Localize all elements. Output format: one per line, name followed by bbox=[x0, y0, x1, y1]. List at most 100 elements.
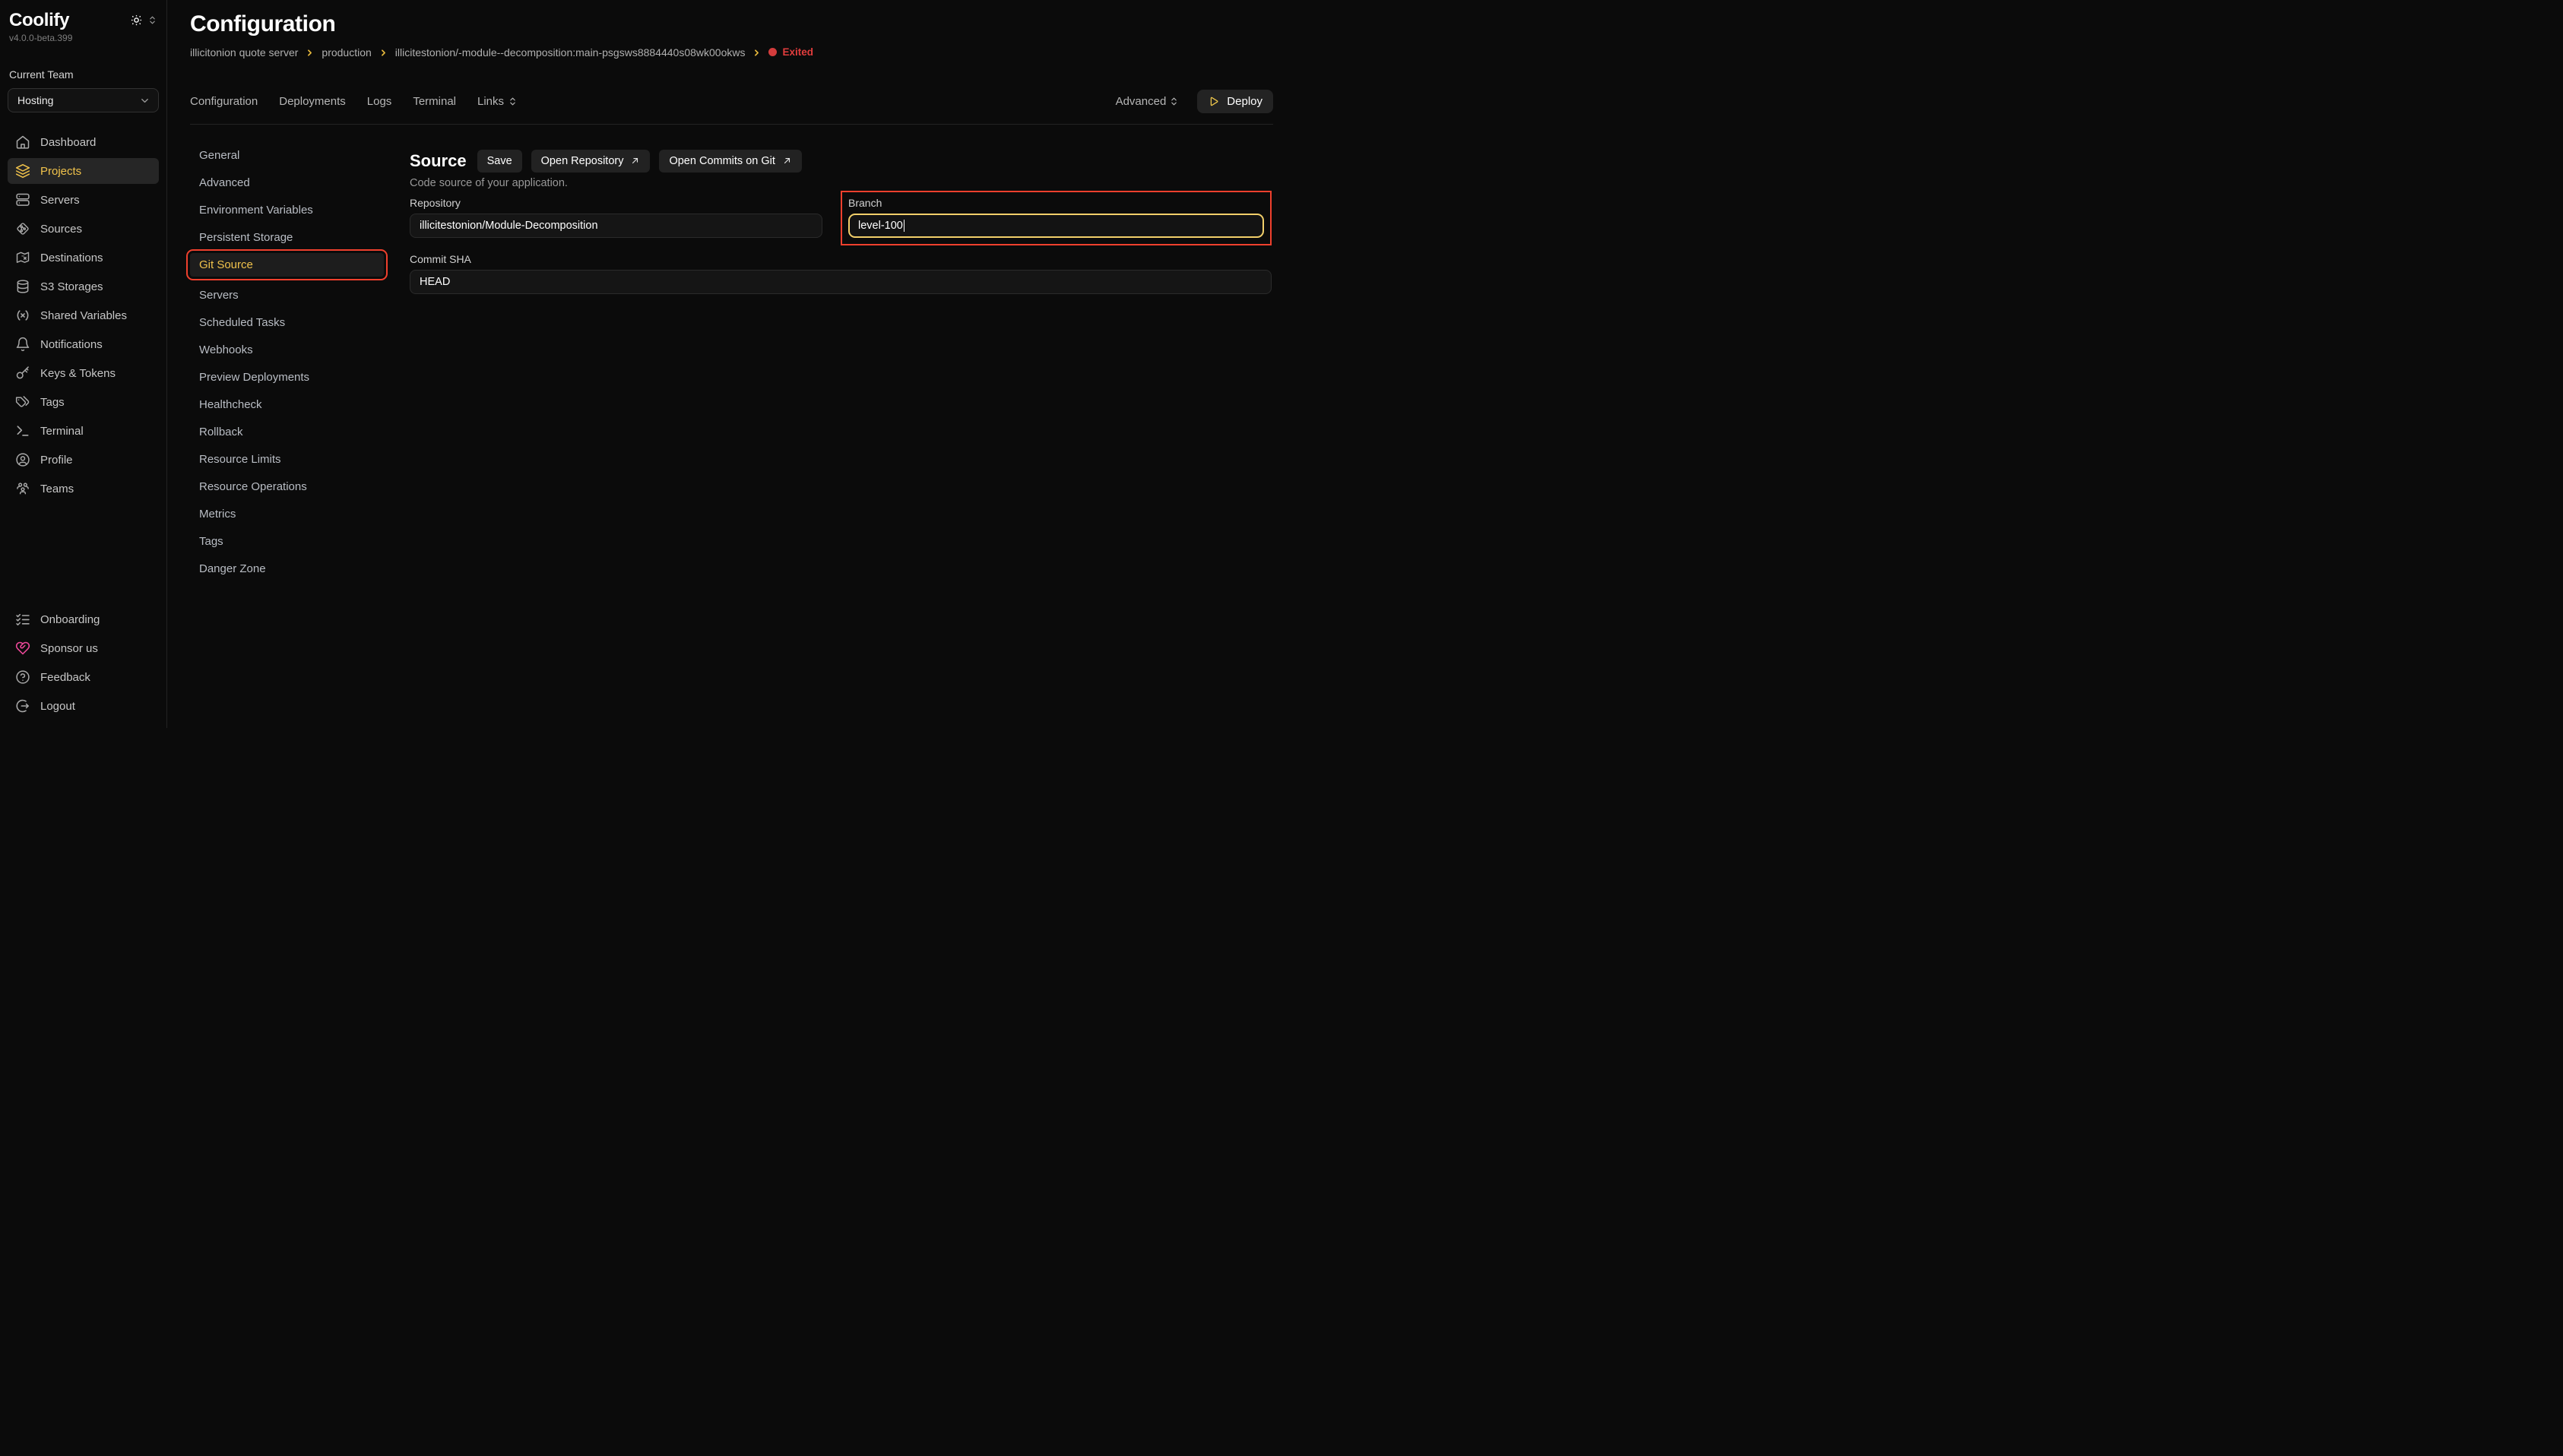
theme-sun-icon[interactable] bbox=[131, 14, 142, 26]
subnav-item-danger-zone[interactable]: Danger Zone bbox=[190, 557, 384, 581]
brand-row: Coolify bbox=[8, 11, 159, 30]
source-header: Source Save Open Repository Open Commits… bbox=[410, 150, 1272, 173]
database-icon bbox=[15, 279, 30, 294]
repository-field: Repository bbox=[410, 191, 822, 238]
chevron-right-icon bbox=[379, 48, 388, 58]
map-icon bbox=[15, 250, 30, 265]
subnav-item-rollback[interactable]: Rollback bbox=[190, 420, 384, 444]
status-dot-icon bbox=[768, 48, 777, 56]
subnav-item-scheduled-tasks[interactable]: Scheduled Tasks bbox=[190, 311, 384, 334]
sidebar-item-keys-tokens[interactable]: Keys & Tokens bbox=[8, 360, 159, 386]
open-commits-button[interactable]: Open Commits on Git bbox=[659, 150, 801, 173]
breadcrumb: illicitonion quote server production ill… bbox=[190, 46, 1273, 59]
content-area: General Advanced Environment Variables P… bbox=[190, 144, 1273, 729]
sidebar-item-feedback[interactable]: Feedback bbox=[8, 664, 159, 690]
sidebar-item-shared-variables[interactable]: Shared Variables bbox=[8, 302, 159, 328]
branch-input[interactable]: level-100 bbox=[848, 214, 1264, 238]
sidebar-nav: Dashboard Projects Servers Sources Desti… bbox=[8, 129, 159, 502]
main-area: Configuration illicitonion quote server … bbox=[167, 0, 1282, 728]
breadcrumb-application[interactable]: illicitestonion/-module--decomposition:m… bbox=[395, 46, 746, 59]
source-description: Code source of your application. bbox=[410, 177, 1272, 189]
sidebar-item-logout[interactable]: Logout bbox=[8, 693, 159, 719]
commit-sha-field: Commit SHA bbox=[410, 253, 1272, 294]
config-subnav: General Advanced Environment Variables P… bbox=[190, 144, 384, 584]
subnav-item-servers[interactable]: Servers bbox=[190, 283, 384, 307]
home-icon bbox=[15, 135, 30, 150]
subnav-item-preview-deployments[interactable]: Preview Deployments bbox=[190, 366, 384, 389]
tabs-divider bbox=[190, 124, 1273, 125]
sidebar-item-profile[interactable]: Profile bbox=[8, 447, 159, 473]
sidebar-item-terminal[interactable]: Terminal bbox=[8, 418, 159, 444]
sidebar-item-servers[interactable]: Servers bbox=[8, 187, 159, 213]
subnav-item-metrics[interactable]: Metrics bbox=[190, 502, 384, 526]
app-version: v4.0.0-beta.399 bbox=[9, 33, 157, 43]
open-repository-button[interactable]: Open Repository bbox=[531, 150, 651, 173]
heart-handshake-icon bbox=[15, 641, 30, 656]
git-source-icon bbox=[15, 221, 30, 236]
tab-links[interactable]: Links bbox=[477, 95, 518, 108]
subnav-item-tags[interactable]: Tags bbox=[190, 530, 384, 553]
sidebar-item-tags[interactable]: Tags bbox=[8, 389, 159, 415]
brand-logo: Coolify bbox=[9, 11, 69, 30]
sidebar-item-projects[interactable]: Projects bbox=[8, 158, 159, 184]
theme-controls bbox=[131, 14, 157, 26]
branch-field-annotation-box: Branch level-100 bbox=[841, 191, 1272, 245]
sidebar-item-notifications[interactable]: Notifications bbox=[8, 331, 159, 357]
sidebar-item-destinations[interactable]: Destinations bbox=[8, 245, 159, 271]
user-circle-icon bbox=[15, 452, 30, 467]
tab-logs[interactable]: Logs bbox=[367, 95, 392, 108]
tab-configuration[interactable]: Configuration bbox=[190, 95, 258, 108]
chevrons-up-down-icon bbox=[508, 97, 518, 106]
repository-label: Repository bbox=[410, 197, 822, 209]
checklist-icon bbox=[15, 612, 30, 627]
sidebar-item-s3-storages[interactable]: S3 Storages bbox=[8, 274, 159, 299]
subnav-item-advanced[interactable]: Advanced bbox=[190, 171, 384, 195]
team-select[interactable]: Hosting bbox=[8, 88, 159, 112]
chevrons-up-down-icon bbox=[1169, 97, 1179, 106]
chevron-down-icon bbox=[139, 95, 150, 106]
coolify-app: Coolify v4.0.0-beta.399 Current Team Hos… bbox=[0, 0, 1282, 728]
current-team-label: Current Team bbox=[9, 68, 157, 81]
status-badge: Exited bbox=[768, 46, 813, 58]
subnav-item-general[interactable]: General bbox=[190, 144, 384, 167]
subnav-item-git-source[interactable]: Git Source bbox=[190, 253, 384, 277]
play-icon bbox=[1208, 96, 1219, 107]
advanced-menu[interactable]: Advanced bbox=[1116, 95, 1180, 108]
tab-deployments[interactable]: Deployments bbox=[279, 95, 346, 108]
external-link-icon bbox=[782, 156, 792, 166]
tabs-row: Configuration Deployments Logs Terminal … bbox=[190, 90, 1273, 113]
sidebar-item-onboarding[interactable]: Onboarding bbox=[8, 606, 159, 632]
sidebar-item-sources[interactable]: Sources bbox=[8, 216, 159, 242]
page-title: Configuration bbox=[190, 12, 1273, 36]
deploy-button[interactable]: Deploy bbox=[1197, 90, 1273, 113]
sidebar-item-teams[interactable]: Teams bbox=[8, 476, 159, 502]
external-link-icon bbox=[630, 156, 640, 166]
breadcrumb-environment[interactable]: production bbox=[322, 46, 371, 59]
chevron-right-icon bbox=[752, 48, 762, 58]
subnav-item-resource-limits[interactable]: Resource Limits bbox=[190, 448, 384, 471]
breadcrumb-project[interactable]: illicitonion quote server bbox=[190, 46, 298, 59]
sidebar-footer-nav: Onboarding Sponsor us Feedback Logout bbox=[8, 606, 159, 719]
sidebar: Coolify v4.0.0-beta.399 Current Team Hos… bbox=[0, 0, 167, 728]
sidebar-item-sponsor[interactable]: Sponsor us bbox=[8, 635, 159, 661]
save-button[interactable]: Save bbox=[477, 150, 522, 173]
branch-label: Branch bbox=[848, 197, 1264, 209]
subnav-item-environment-variables[interactable]: Environment Variables bbox=[190, 198, 384, 222]
subnav-item-healthcheck[interactable]: Healthcheck bbox=[190, 393, 384, 416]
tab-terminal[interactable]: Terminal bbox=[413, 95, 456, 108]
variable-icon bbox=[15, 308, 30, 323]
commit-sha-input[interactable] bbox=[410, 270, 1272, 294]
theme-select-chevrons-icon[interactable] bbox=[147, 15, 157, 25]
terminal-icon bbox=[15, 423, 30, 438]
sidebar-item-dashboard[interactable]: Dashboard bbox=[8, 129, 159, 155]
status-label: Exited bbox=[782, 46, 813, 58]
git-source-panel: Source Save Open Repository Open Commits… bbox=[410, 144, 1273, 294]
key-icon bbox=[15, 366, 30, 381]
subnav-item-webhooks[interactable]: Webhooks bbox=[190, 338, 384, 362]
bell-icon bbox=[15, 337, 30, 352]
subnav-item-persistent-storage[interactable]: Persistent Storage bbox=[190, 226, 384, 249]
tags-icon bbox=[15, 394, 30, 410]
help-circle-icon bbox=[15, 669, 30, 685]
repository-input[interactable] bbox=[410, 214, 822, 238]
subnav-item-resource-operations[interactable]: Resource Operations bbox=[190, 475, 384, 499]
